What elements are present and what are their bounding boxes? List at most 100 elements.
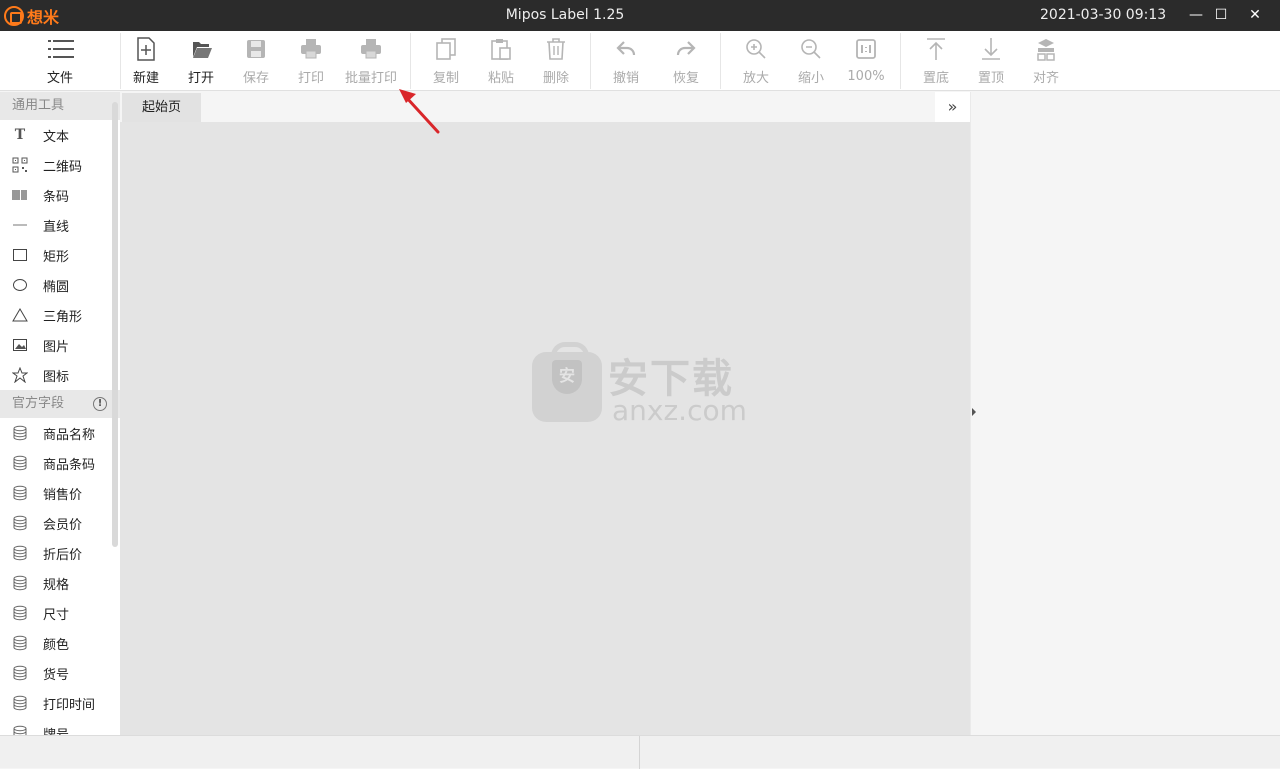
left-panel-scrollbar[interactable] <box>112 102 118 547</box>
zoom-out-icon <box>801 39 821 59</box>
actual-size-button[interactable]: 100% <box>838 31 894 91</box>
tool-barcode[interactable]: 条码 <box>0 180 120 210</box>
field-item[interactable]: 商品名称 <box>0 418 120 448</box>
status-divider <box>639 736 640 769</box>
database-icon <box>13 575 27 591</box>
zoom-out-button[interactable]: 缩小 <box>783 31 839 91</box>
delete-button[interactable]: 删除 <box>528 31 584 91</box>
image-icon <box>13 339 27 351</box>
undo-button[interactable]: 撤销 <box>598 31 654 91</box>
database-icon <box>13 695 27 711</box>
status-bar <box>0 735 1280 769</box>
field-item[interactable]: 牌号 <box>0 718 120 735</box>
left-tool-panel: 通用工具 T 文本 二维码 条码 直线 矩形 椭圆 三角形 图片 图标 官方字段… <box>0 92 120 735</box>
tool-icon[interactable]: 图标 <box>0 360 120 390</box>
send-to-bottom-button[interactable]: 置底 <box>908 31 964 91</box>
toolbar: 文件 新建 打开 保存 打印 批量打印 复制 粘贴 删除 撤销 恢复 放大 缩小… <box>0 31 1280 91</box>
batch-print-button[interactable]: 批量打印 <box>338 31 404 91</box>
zoom-in-button[interactable]: 放大 <box>728 31 784 91</box>
database-icon <box>13 665 27 681</box>
collapse-arrow-icon[interactable] <box>972 408 976 416</box>
tab-start-page[interactable]: 起始页 <box>122 93 201 122</box>
actual-size-icon <box>856 39 876 59</box>
watermark-en: anxz.com <box>612 394 747 427</box>
tool-qrcode[interactable]: 二维码 <box>0 150 120 180</box>
tool-triangle[interactable]: 三角形 <box>0 300 120 330</box>
right-properties-panel <box>970 92 1280 735</box>
field-item[interactable]: 打印时间 <box>0 688 120 718</box>
line-icon <box>13 224 27 226</box>
annotation-arrow-icon <box>399 89 440 134</box>
field-item[interactable]: 会员价 <box>0 508 120 538</box>
field-item[interactable]: 商品条码 <box>0 448 120 478</box>
open-folder-icon <box>193 42 212 58</box>
minimize-button[interactable]: — <box>1184 4 1208 26</box>
redo-button[interactable]: 恢复 <box>658 31 714 91</box>
close-button[interactable]: ✕ <box>1243 4 1267 26</box>
watermark: 安 安下载 anxz.com <box>532 342 752 427</box>
tool-line[interactable]: 直线 <box>0 210 120 240</box>
zoom-level: 100% <box>847 69 885 84</box>
arrow-bottom-bar-icon <box>982 38 1000 60</box>
save-button[interactable]: 保存 <box>228 31 284 91</box>
file-menu-button[interactable]: 文件 <box>0 31 120 91</box>
print-button[interactable]: 打印 <box>283 31 339 91</box>
more-tabs-button[interactable]: » <box>935 92 970 122</box>
zoom-in-icon <box>746 39 766 59</box>
trash-icon <box>547 38 565 60</box>
undo-icon <box>616 41 636 56</box>
tool-rectangle[interactable]: 矩形 <box>0 240 120 270</box>
tool-image[interactable]: 图片 <box>0 330 120 360</box>
database-icon <box>13 425 27 441</box>
maximize-button[interactable]: ☐ <box>1209 4 1233 26</box>
redo-icon <box>676 41 696 56</box>
align-icon <box>1037 39 1055 61</box>
qrcode-icon <box>12 157 28 173</box>
section-official-fields: 官方字段 ! <box>0 390 120 418</box>
database-icon <box>13 635 27 651</box>
section-general-tools: 通用工具 <box>0 92 120 120</box>
field-item[interactable]: 规格 <box>0 568 120 598</box>
field-item[interactable]: 折后价 <box>0 538 120 568</box>
star-icon <box>12 367 28 383</box>
design-canvas[interactable]: 安 安下载 anxz.com <box>120 122 970 735</box>
printer-icon <box>301 39 321 59</box>
info-icon[interactable]: ! <box>93 397 107 411</box>
field-item[interactable]: 颜色 <box>0 628 120 658</box>
copy-icon <box>436 38 456 60</box>
save-icon <box>247 40 265 58</box>
tool-text[interactable]: T 文本 <box>0 120 120 150</box>
triangle-icon <box>12 308 28 322</box>
open-button[interactable]: 打开 <box>173 31 229 91</box>
align-button[interactable]: 对齐 <box>1018 31 1074 91</box>
database-icon <box>13 725 27 735</box>
text-icon: T <box>14 127 26 143</box>
tool-ellipse[interactable]: 椭圆 <box>0 270 120 300</box>
arrow-top-bar-icon <box>927 38 945 60</box>
rectangle-icon <box>13 249 27 261</box>
paste-icon <box>491 39 511 60</box>
database-icon <box>13 515 27 531</box>
copy-button[interactable]: 复制 <box>418 31 474 91</box>
database-icon <box>13 605 27 621</box>
new-button[interactable]: 新建 <box>118 31 174 91</box>
database-icon <box>13 485 27 501</box>
field-item[interactable]: 销售价 <box>0 478 120 508</box>
field-item[interactable]: 货号 <box>0 658 120 688</box>
field-item[interactable]: 尺寸 <box>0 598 120 628</box>
file-label: 文件 <box>46 71 73 86</box>
menu-icon <box>48 39 74 59</box>
watermark-shield-icon: 安 <box>552 360 582 394</box>
paste-button[interactable]: 粘贴 <box>473 31 529 91</box>
tab-strip: 起始页 » <box>120 92 970 122</box>
bring-to-top-button[interactable]: 置顶 <box>963 31 1019 91</box>
batch-printer-icon <box>361 39 381 59</box>
database-icon <box>13 455 27 471</box>
title-bar: 想米 Mipos Label 1.25 2021-03-30 09:13 — ☐… <box>0 0 1280 31</box>
ellipse-icon <box>13 279 27 291</box>
database-icon <box>13 545 27 561</box>
datetime-display: 2021-03-30 09:13 <box>1040 7 1167 23</box>
window-title: Mipos Label 1.25 <box>505 7 625 23</box>
new-file-icon <box>137 37 155 61</box>
barcode-icon <box>12 190 27 200</box>
